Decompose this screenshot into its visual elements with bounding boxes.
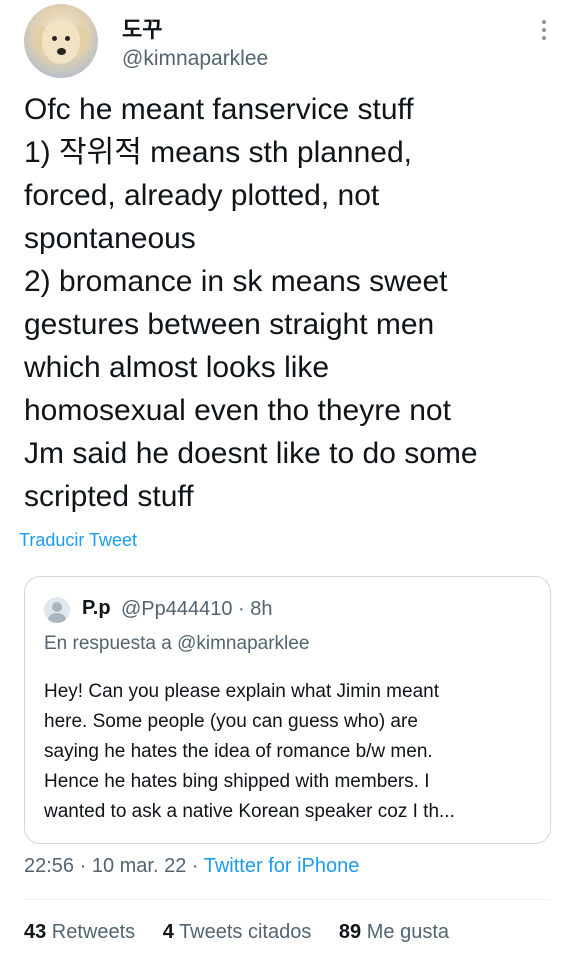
tweet-stats: 43 Retweets 4 Tweets citados 89 Me gusta bbox=[24, 921, 471, 944]
retweets-count: 43 bbox=[24, 921, 47, 943]
quoted-body-line: Hey! Can you please explain what Jimin m… bbox=[44, 681, 439, 702]
translate-tweet-link[interactable]: Traducir Tweet bbox=[19, 530, 137, 551]
tweet-meta: 22:56 · 10 mar. 22 · Twitter for iPhone bbox=[24, 855, 359, 878]
dog-avatar-icon[interactable] bbox=[24, 4, 98, 78]
tweet-text: Ofc he meant fanservice stuff 1) 작위적 mea… bbox=[24, 88, 564, 518]
reply-mention-link[interactable]: @kimnaparklee bbox=[177, 633, 309, 654]
tweet-text-line: forced, already plotted, not bbox=[24, 179, 380, 212]
likes-label: Me gusta bbox=[361, 921, 449, 943]
quoted-author-handle-time: @Pp444410 · 8h bbox=[121, 598, 273, 620]
default-avatar-icon[interactable] bbox=[44, 597, 70, 623]
more-vertical-icon[interactable] bbox=[537, 17, 551, 43]
reply-prefix: En respuesta a bbox=[44, 633, 178, 654]
author-handle[interactable]: @kimnaparklee bbox=[122, 47, 268, 71]
tweet-text-line: 2) bromance in sk means sweet bbox=[24, 265, 448, 298]
quoted-body-line: here. Some people (you can guess who) ar… bbox=[44, 711, 418, 732]
likes-stat[interactable]: 89 Me gusta bbox=[339, 921, 449, 944]
retweets-stat[interactable]: 43 Retweets bbox=[24, 921, 135, 944]
quoted-body-line: Hence he hates bing shipped with members… bbox=[44, 771, 430, 792]
quoted-tweet-body: Hey! Can you please explain what Jimin m… bbox=[44, 677, 539, 827]
tweet-header: 도꾸 @kimnaparklee bbox=[0, 0, 575, 90]
tweet-timestamp[interactable]: 22:56 · 10 mar. 22 · bbox=[24, 855, 204, 877]
tweet-client-link[interactable]: Twitter for iPhone bbox=[204, 855, 360, 877]
quoted-author-name[interactable]: P.p bbox=[82, 597, 111, 620]
likes-count: 89 bbox=[338, 921, 362, 943]
tweet-text-line: scripted stuff bbox=[24, 480, 194, 513]
quoted-body-line: saying he hates the idea of romance b/w … bbox=[44, 741, 433, 762]
tweet-text-line: gestures between straight men bbox=[24, 308, 435, 341]
tweet-text-line: Jm said he doesnt like to do some bbox=[24, 437, 478, 470]
quoted-body-line: wanted to ask a native Korean speaker co… bbox=[44, 801, 455, 822]
reply-context: En respuesta a @kimnaparklee bbox=[44, 633, 309, 655]
quote-tweets-stat[interactable]: 4 Tweets citados bbox=[163, 921, 312, 944]
retweets-label: Retweets bbox=[46, 921, 136, 943]
tweet-text-line: homosexual even tho theyre not bbox=[24, 394, 451, 427]
tweet-text-line: which almost looks like bbox=[24, 351, 330, 384]
quotes-count: 4 bbox=[162, 921, 174, 943]
author-display-name[interactable]: 도꾸 bbox=[122, 12, 162, 44]
tweet-text-line: spontaneous bbox=[24, 222, 196, 255]
tweet-text-line: 1) 작위적 means sth planned, bbox=[24, 136, 412, 169]
tweet-text-line: Ofc he meant fanservice stuff bbox=[24, 93, 414, 126]
quotes-label: Tweets citados bbox=[173, 921, 312, 943]
quoted-tweet-card[interactable]: P.p @Pp444410 · 8h En respuesta a @kimna… bbox=[24, 576, 551, 844]
divider bbox=[24, 899, 551, 900]
